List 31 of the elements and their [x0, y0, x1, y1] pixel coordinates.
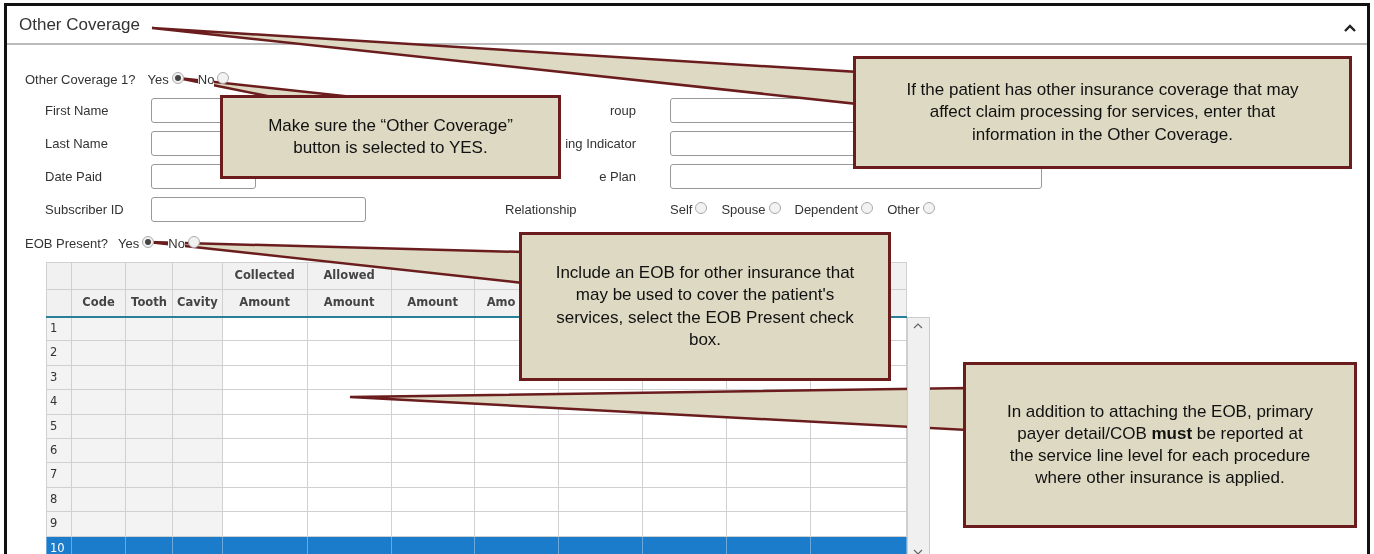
column-header: Amount [307, 289, 392, 317]
option-label: Spouse [721, 200, 766, 219]
annotation-tooltip: In addition to attaching the EOB, primary payer detail/COB must be reported at the service line level for each procedure where other insurance is applied. [963, 362, 1357, 528]
row-number: 6 [46, 438, 72, 463]
panel-title: Other Coverage [19, 13, 140, 36]
row-number: 7 [46, 462, 72, 488]
field-label: roup [609, 101, 636, 120]
field-label: EOB Present? [25, 235, 109, 254]
field-label: First Name [45, 101, 110, 120]
row-number: 4 [46, 389, 72, 415]
annotation-tooltip: If the patient has other insurance coverage that may affect claim processing for services, enter that information in the Other Coverage. [853, 56, 1352, 169]
row-number: 5 [46, 414, 72, 439]
row-number: 1 [46, 316, 72, 341]
column-header: Collected [222, 262, 308, 290]
row-number: 8 [46, 487, 72, 512]
row-number: 3 [46, 365, 72, 390]
option-label: Other [887, 200, 920, 219]
row-number: 2 [46, 340, 72, 366]
field-label: Subscriber ID [45, 200, 125, 219]
annotation-tooltip: Include an EOB for other insurance that may be used to cover the patient's services, select the EOB Present check box. [519, 232, 891, 381]
row-number: 9 [46, 511, 72, 536]
column-header: Amount [391, 289, 475, 317]
field-label: Last Name [45, 134, 109, 153]
field-label: Date Paid [45, 167, 104, 186]
field-label: e Plan [599, 167, 636, 186]
column-header: Amount [222, 289, 308, 317]
option-label: Self [670, 200, 693, 219]
field-label: Other Coverage 1? [25, 71, 136, 90]
field-label: ing Indicator [565, 134, 636, 153]
field-label: Relationship [505, 200, 578, 219]
option-label: Dependent [794, 200, 859, 219]
